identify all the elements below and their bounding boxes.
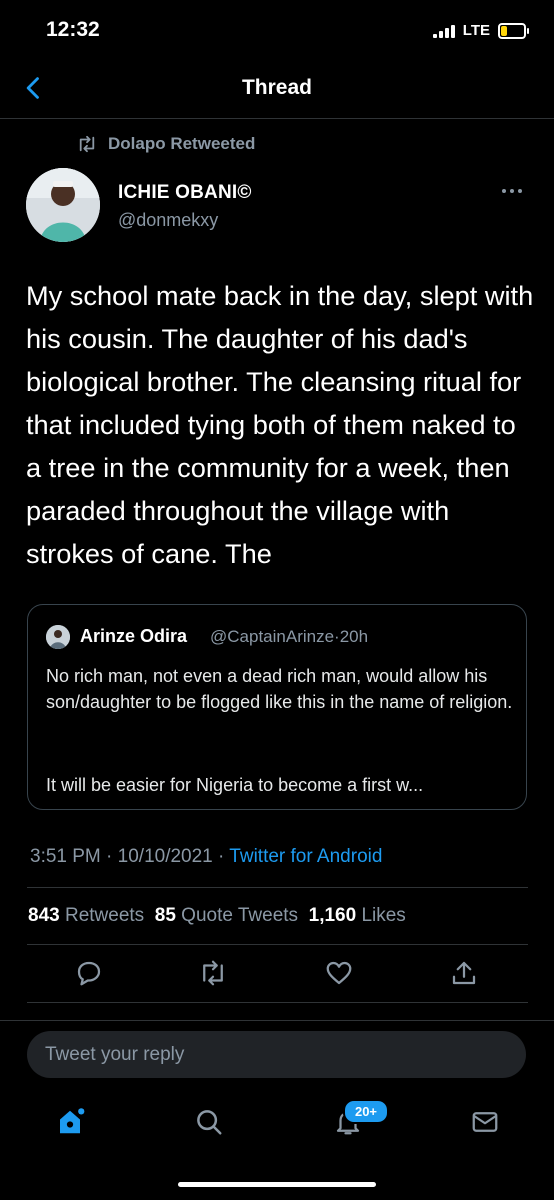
- tweet-source[interactable]: Twitter for Android: [229, 846, 382, 867]
- battery-icon: [498, 22, 529, 39]
- search-icon[interactable]: [194, 1107, 224, 1137]
- share-icon[interactable]: [449, 958, 479, 988]
- retweet-context[interactable]: Dolapo Retweeted: [76, 134, 255, 154]
- status-indicators: LTE: [432, 22, 529, 39]
- tweet-timestamp: 3:51 PM · 10/10/2021 · Twitter for Andro…: [30, 846, 382, 868]
- divider: [27, 887, 528, 888]
- quotes-count: 85: [154, 905, 176, 926]
- reply-icon[interactable]: [74, 958, 104, 988]
- home-icon[interactable]: [55, 1107, 85, 1137]
- retweet-label: Dolapo Retweeted: [108, 134, 256, 153]
- timestamp-separator: ·: [218, 846, 225, 867]
- author-name[interactable]: ICHIE OBANI©: [118, 182, 252, 204]
- messages-icon[interactable]: [470, 1107, 500, 1137]
- quoted-age: 20h: [339, 627, 369, 646]
- tweet-stats: 843 Retweets 85 Quote Tweets 1,160 Likes: [28, 905, 406, 927]
- divider: [0, 1020, 554, 1021]
- tweet-date: 10/10/2021: [117, 846, 213, 867]
- retweets-stat[interactable]: 843 Retweets: [28, 905, 144, 927]
- divider: [27, 1002, 528, 1003]
- notifications-badge: 20+: [343, 1099, 389, 1124]
- quoted-tweet[interactable]: Arinze Odira @CaptainArinze·20h No rich …: [27, 604, 527, 810]
- tweet-time: 3:51 PM: [30, 846, 101, 867]
- avatar[interactable]: [26, 168, 100, 242]
- quoted-handle: @CaptainArinze: [210, 627, 335, 646]
- thread-header: Thread: [0, 60, 554, 119]
- network-label: LTE: [462, 22, 490, 39]
- quotes-label: Quote Tweets: [181, 905, 299, 926]
- likes-count: 1,160: [308, 905, 357, 926]
- reply-placeholder: Tweet your reply: [45, 1044, 185, 1065]
- timestamp-separator: ·: [106, 846, 113, 867]
- quotes-stat[interactable]: 85 Quote Tweets: [155, 905, 298, 927]
- quoted-meta: @CaptainArinze·20h: [210, 627, 368, 647]
- author-handle[interactable]: @donmekxy: [118, 210, 218, 231]
- status-time: 12:32: [46, 18, 100, 41]
- reply-input[interactable]: Tweet your reply: [27, 1031, 526, 1078]
- tweet-text: My school mate back in the day, slept wi…: [26, 280, 534, 569]
- more-icon[interactable]: [500, 184, 524, 198]
- quoted-author-name: Arinze Odira: [80, 626, 188, 646]
- home-indicator: [178, 1182, 376, 1187]
- likes-label: Likes: [361, 905, 406, 926]
- quoted-text: No rich man, not even a dead rich man, w…: [46, 666, 513, 712]
- like-icon[interactable]: [324, 958, 354, 988]
- divider: [27, 944, 528, 945]
- page-title: Thread: [241, 76, 312, 99]
- retweet-icon[interactable]: [198, 958, 228, 988]
- quoted-avatar: [46, 625, 70, 649]
- quoted-text-continued: It will be easier for Nigeria to become …: [46, 775, 424, 795]
- likes-stat[interactable]: 1,160 Likes: [309, 905, 406, 927]
- retweet-icon: [79, 135, 95, 153]
- retweets-label: Retweets: [64, 905, 145, 926]
- signal-icon: [432, 24, 455, 38]
- retweets-count: 843: [28, 905, 60, 926]
